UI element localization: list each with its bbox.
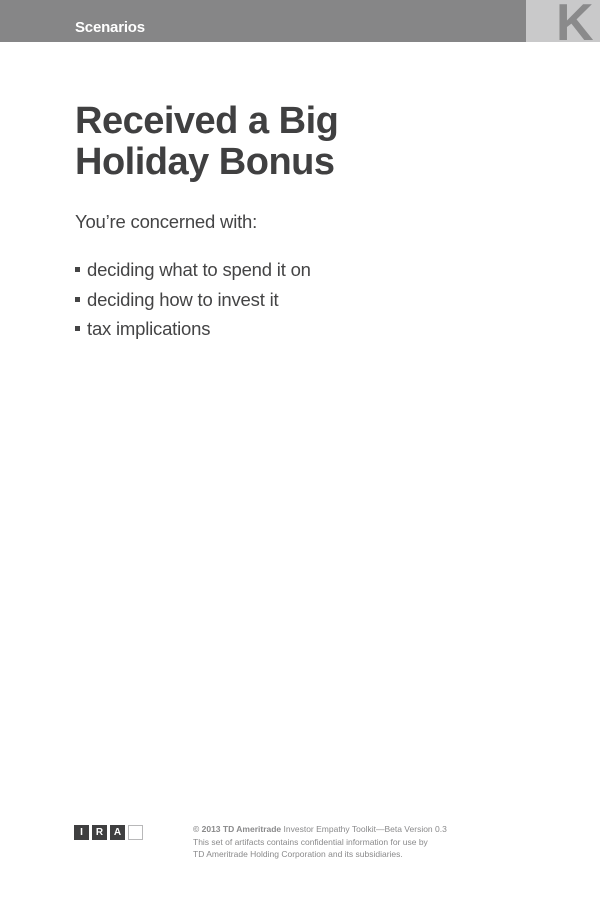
page-title-line2: Holiday Bonus [75, 141, 335, 183]
list-item-text: tax implications [87, 318, 211, 339]
confidential-notice-line1: This set of artifacts contains confident… [193, 836, 428, 847]
confidential-notice-line2: TD Ameritrade Holding Corporation and it… [193, 849, 403, 859]
section-label: Scenarios [75, 19, 145, 36]
page-title-line1: Received a Big [75, 100, 339, 142]
ira-logo-empty-box [128, 825, 143, 840]
section-tab-letter: K [556, 0, 594, 42]
header-bar: Scenarios K [0, 0, 600, 42]
ira-logo-letter: R [92, 825, 107, 840]
concern-list: deciding what to spend it on deciding ho… [75, 255, 311, 344]
ira-logo-letter: A [110, 825, 125, 840]
page-title: Received a Big Holiday Bonus [75, 101, 495, 183]
ira-logo-letter: I [74, 825, 89, 840]
section-tab: K [526, 0, 600, 42]
list-item-text: deciding how to invest it [87, 288, 279, 310]
bullet-icon [75, 326, 80, 331]
list-item: tax implications [75, 314, 311, 344]
list-item: deciding what to spend it on [75, 255, 311, 285]
footer-copyright: © 2013 TD Ameritrade Investor Empathy To… [193, 823, 533, 861]
list-item-text: deciding what to spend it on [87, 259, 311, 280]
ira-logo: I R A [74, 825, 143, 840]
list-item: deciding how to invest it [75, 285, 311, 315]
copyright-product: Investor Empathy Toolkit—Beta Version 0.… [281, 824, 447, 834]
bullet-icon [75, 296, 80, 302]
intro-text: You’re concerned with: [75, 211, 258, 232]
copyright-holder: © 2013 TD Ameritrade [193, 824, 282, 834]
bullet-icon [75, 267, 80, 272]
